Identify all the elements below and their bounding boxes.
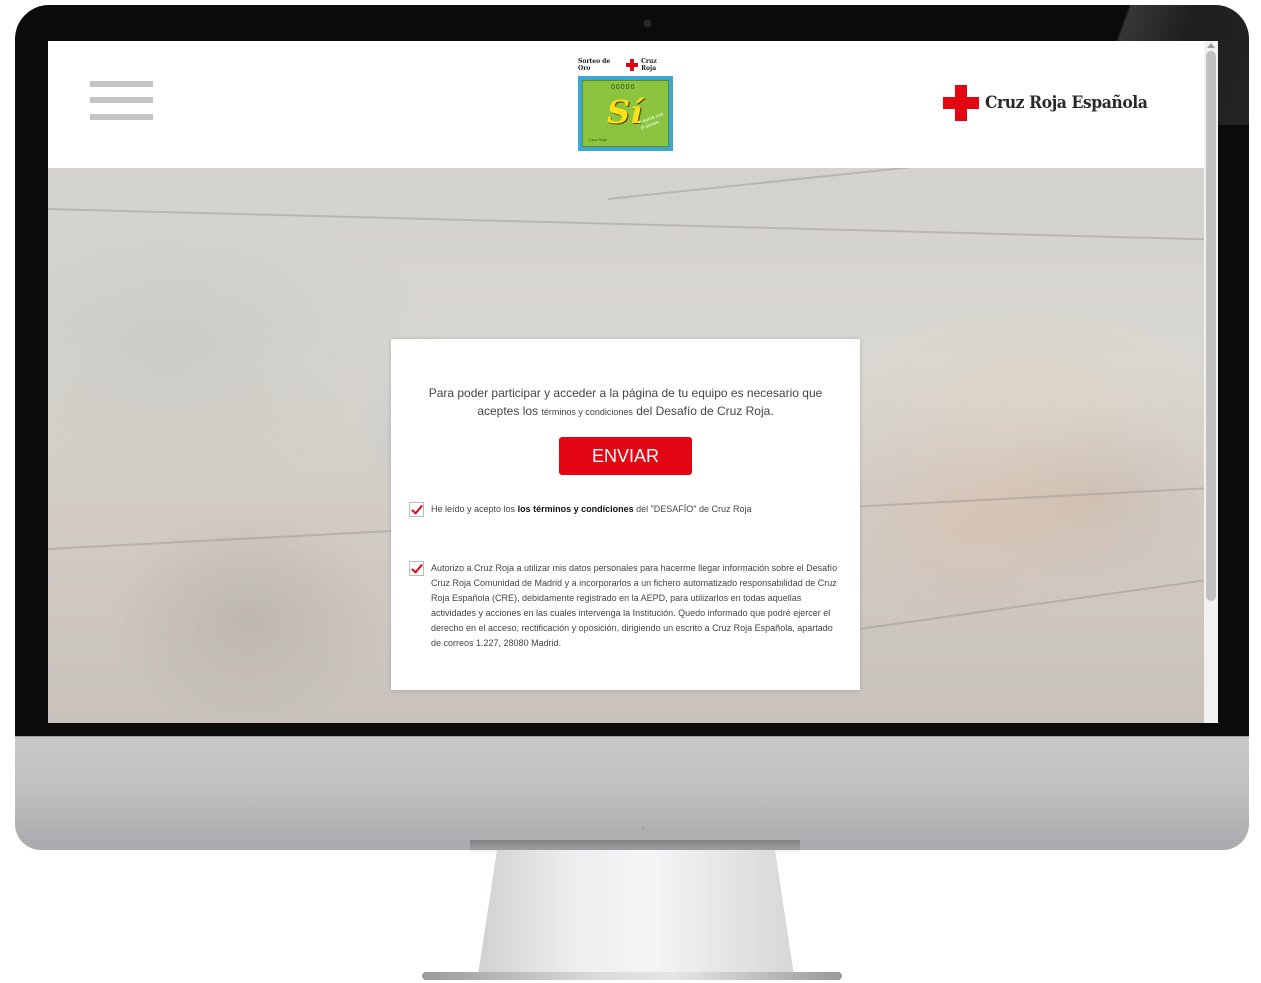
terms-card: Para poder participar y acceder a la pág… [391, 339, 860, 690]
ticket-digits: 00000 [611, 84, 636, 91]
monitor-base [422, 972, 842, 980]
camera-icon [644, 20, 651, 27]
scrollbar-thumb[interactable] [1206, 51, 1216, 601]
lottery-ticket-image: 00000 Sí 4 euros con el sorteo Cruz Roja [578, 76, 673, 151]
monitor-chin [15, 736, 1249, 850]
red-cross-icon [943, 85, 980, 121]
hamburger-bar [90, 97, 153, 103]
cruz-roja-logo[interactable]: Cruz Roja Española [943, 83, 1162, 123]
hero-background-photo: Para poder participar y acceder a la pág… [48, 168, 1204, 723]
data-consent-row: Autorizo a Cruz Roja a utilizar mis dato… [409, 561, 839, 651]
scroll-up-icon[interactable] [1207, 43, 1215, 48]
terms-consent-row: He leído y acepto los los términos y con… [409, 502, 829, 517]
hamburger-bar [90, 114, 153, 120]
intro-terms-small: términos y condiciones [541, 407, 633, 417]
hamburger-menu-icon[interactable] [90, 81, 153, 123]
chin-logo-dot [642, 828, 644, 829]
red-cross-icon [626, 59, 639, 71]
data-consent-text: Autorizo a Cruz Roja a utilizar mis dato… [431, 563, 838, 648]
ticket-si-word: Sí [607, 93, 643, 131]
ticket-foot: Cruz Roja [589, 137, 607, 142]
brand-name: Cruz Roja Española [985, 93, 1148, 113]
data-consent-checkbox[interactable] [409, 561, 424, 576]
terms-consent-text: He leído y acepto los los términos y con… [431, 502, 752, 517]
vertical-scrollbar[interactable] [1204, 41, 1218, 723]
send-button[interactable]: ENVIAR [559, 437, 692, 475]
site-header: Sorteo de Oro Cruz Roja 00000 Sí 4 euros… [48, 41, 1204, 168]
intro-text: Para poder participar y acceder a la pág… [415, 384, 836, 421]
ticket-tag: 4 euros con el sorteo [637, 111, 665, 132]
terms-link[interactable]: los términos y condiciones [518, 504, 634, 514]
terms-checkbox[interactable] [409, 502, 424, 517]
sorteo-title: Sorteo de Oro Cruz Roja [578, 58, 673, 72]
terms-consent-after: del "DESAFÍO" de Cruz Roja [633, 504, 752, 514]
intro-text-after: del Desafío de Cruz Roja. [632, 404, 774, 418]
sorteo-title-right: Cruz Roja [641, 58, 657, 72]
sorteo-title-left: Sorteo de Oro [578, 58, 611, 72]
sorteo-logo[interactable]: Sorteo de Oro Cruz Roja 00000 Sí 4 euros… [578, 58, 673, 153]
terms-consent-before: He leído y acepto los [431, 504, 518, 514]
monitor-stand [478, 850, 794, 975]
ticket-face: 00000 Sí 4 euros con el sorteo Cruz Roja [582, 80, 669, 147]
screen: Sorteo de Oro Cruz Roja 00000 Sí 4 euros… [48, 41, 1218, 723]
hamburger-bar [90, 81, 153, 87]
